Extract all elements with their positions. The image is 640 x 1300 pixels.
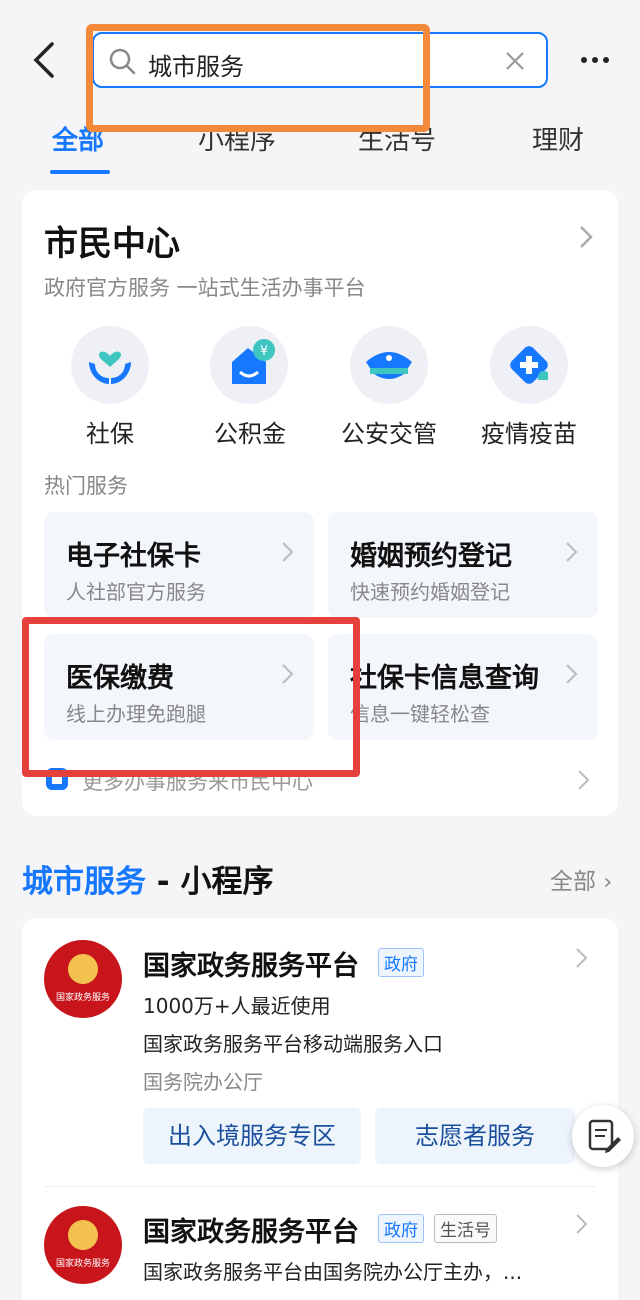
- social-security-icon[interactable]: [71, 326, 149, 404]
- more-menu-button[interactable]: [580, 52, 610, 68]
- police-cap-icon[interactable]: [350, 326, 428, 404]
- citizen-center-title[interactable]: 市民中心: [44, 216, 180, 265]
- vaccine-label: 疫情疫苗: [481, 420, 577, 448]
- hot-services-label: 热门服务: [44, 474, 128, 498]
- svg-text:¥: ¥: [260, 344, 268, 359]
- program-description: 国家政务服务平台移动端服务入口: [143, 1032, 443, 1056]
- chevron-right-icon: [566, 542, 578, 562]
- gov-emblem-logo[interactable]: 国家政务服务: [44, 1206, 122, 1284]
- clear-icon[interactable]: [504, 50, 526, 72]
- more-dots-icon: [581, 57, 609, 63]
- program-title[interactable]: 国家政务服务平台: [143, 1210, 359, 1249]
- active-tab-indicator: [50, 170, 110, 174]
- divider: [44, 1186, 596, 1187]
- gov-tag: 政府: [378, 1214, 424, 1243]
- back-arrow-icon: [33, 42, 54, 78]
- tile-title: 社保卡信息查询: [350, 663, 539, 694]
- citizen-center-subtitle: 政府官方服务 一站式生活办事平台: [44, 276, 366, 300]
- chevron-right-icon: [566, 664, 578, 684]
- program-description: 国家政务服务平台由国务院办公厅主办，...: [143, 1260, 523, 1284]
- housing-fund-icon[interactable]: ¥: [210, 326, 288, 404]
- chevron-right-icon: [282, 542, 294, 562]
- hot-service-tile[interactable]: 婚姻预约登记 快速预约婚姻登记: [328, 512, 598, 618]
- tile-subtitle: 人社部官方服务: [66, 580, 206, 604]
- traffic-police-label: 公安交管: [341, 420, 437, 448]
- tile-subtitle: 快速预约婚姻登记: [350, 580, 510, 604]
- chevron-right-icon[interactable]: [574, 1212, 590, 1236]
- hot-service-tile[interactable]: 电子社保卡 人社部官方服务: [44, 512, 314, 618]
- section-all-link[interactable]: 全部 ›: [550, 862, 612, 896]
- medical-insurance-highlight-box: [22, 617, 360, 777]
- tile-subtitle: 信息一键轻松查: [350, 702, 490, 726]
- program-title[interactable]: 国家政务服务平台: [143, 944, 359, 983]
- chevron-right-icon[interactable]: [574, 946, 590, 970]
- floating-feedback-button[interactable]: [572, 1105, 634, 1167]
- chevron-right-icon[interactable]: [576, 768, 592, 792]
- back-button[interactable]: [28, 40, 60, 80]
- housing-fund-label: 公积金: [214, 420, 286, 448]
- tab-finance[interactable]: 理财: [532, 120, 584, 157]
- search-highlight-box: [86, 24, 430, 132]
- gov-tag: 政府: [378, 948, 424, 977]
- program-owner: 国务院办公厅: [143, 1070, 263, 1094]
- usage-count: 1000万+人最近使用: [143, 994, 331, 1018]
- hot-service-tile[interactable]: 社保卡信息查询 信息一键轻松查: [328, 634, 598, 740]
- exit-entry-service-button[interactable]: 出入境服务专区: [143, 1108, 361, 1164]
- social-security-label: 社保: [86, 420, 134, 448]
- clipboard-edit-icon: [588, 1119, 621, 1153]
- tile-title: 电子社保卡: [66, 541, 201, 572]
- vaccine-icon[interactable]: [490, 326, 568, 404]
- tile-title: 婚姻预约登记: [350, 541, 512, 572]
- life-account-tag: 生活号: [434, 1214, 497, 1243]
- gov-emblem-logo[interactable]: 国家政务服务: [44, 940, 122, 1018]
- section-title: 城市服务 - 小程序: [22, 864, 274, 900]
- volunteer-service-button[interactable]: 志愿者服务: [375, 1108, 575, 1164]
- chevron-right-icon[interactable]: [576, 224, 596, 250]
